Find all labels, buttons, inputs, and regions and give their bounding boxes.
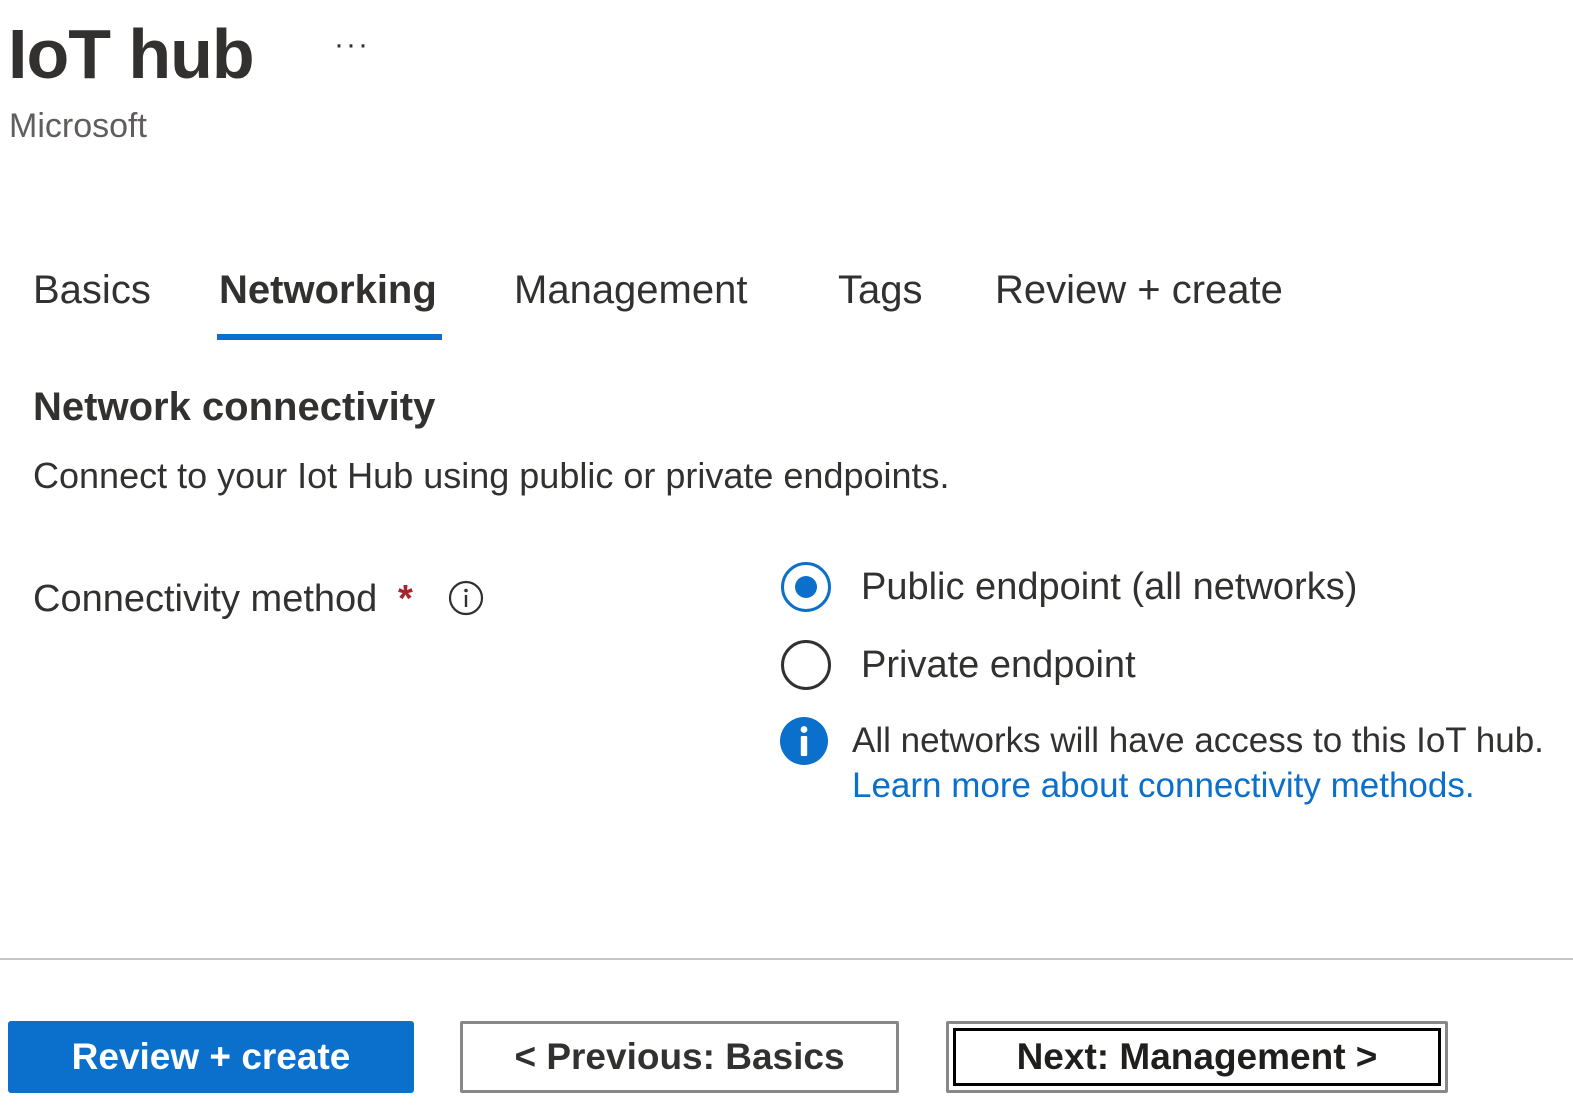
radio-button-checked[interactable] xyxy=(781,562,831,612)
required-marker: * xyxy=(398,578,413,620)
next-button-label: Next: Management > xyxy=(953,1028,1441,1086)
connectivity-method-label: Connectivity method xyxy=(33,578,378,620)
section-description: Connect to your Iot Hub using public or … xyxy=(33,455,950,496)
radio-public-endpoint[interactable]: Public endpoint (all networks) xyxy=(781,562,1421,618)
previous-button[interactable]: < Previous: Basics xyxy=(460,1021,899,1093)
radio-private-endpoint[interactable]: Private endpoint xyxy=(781,640,1221,696)
info-message: All networks will have access to this Io… xyxy=(852,721,1544,760)
more-options-icon[interactable]: ··· xyxy=(334,30,370,60)
tab-networking[interactable]: Networking xyxy=(219,262,437,318)
section-title: Network connectivity xyxy=(33,385,436,429)
tab-basics[interactable]: Basics xyxy=(33,262,151,318)
radio-label-public: Public endpoint (all networks) xyxy=(861,566,1358,608)
tab-tags[interactable]: Tags xyxy=(838,262,923,318)
learn-more-link[interactable]: Learn more about connectivity methods. xyxy=(852,763,1475,809)
info-filled-icon xyxy=(779,716,829,766)
page-subtitle: Microsoft xyxy=(9,107,147,145)
active-tab-indicator xyxy=(217,334,442,340)
tab-management[interactable]: Management xyxy=(514,262,747,318)
tab-review-create[interactable]: Review + create xyxy=(995,262,1283,318)
footer-divider xyxy=(0,958,1573,960)
radio-label-private: Private endpoint xyxy=(861,644,1136,686)
next-button[interactable]: Next: Management > xyxy=(946,1021,1448,1093)
tab-bar: Basics Networking Management Tags Review… xyxy=(0,262,1573,342)
page-title: IoT hub xyxy=(8,15,255,93)
info-outline-icon[interactable] xyxy=(448,580,484,616)
radio-button-unchecked[interactable] xyxy=(781,640,831,690)
review-create-button[interactable]: Review + create xyxy=(8,1021,414,1093)
